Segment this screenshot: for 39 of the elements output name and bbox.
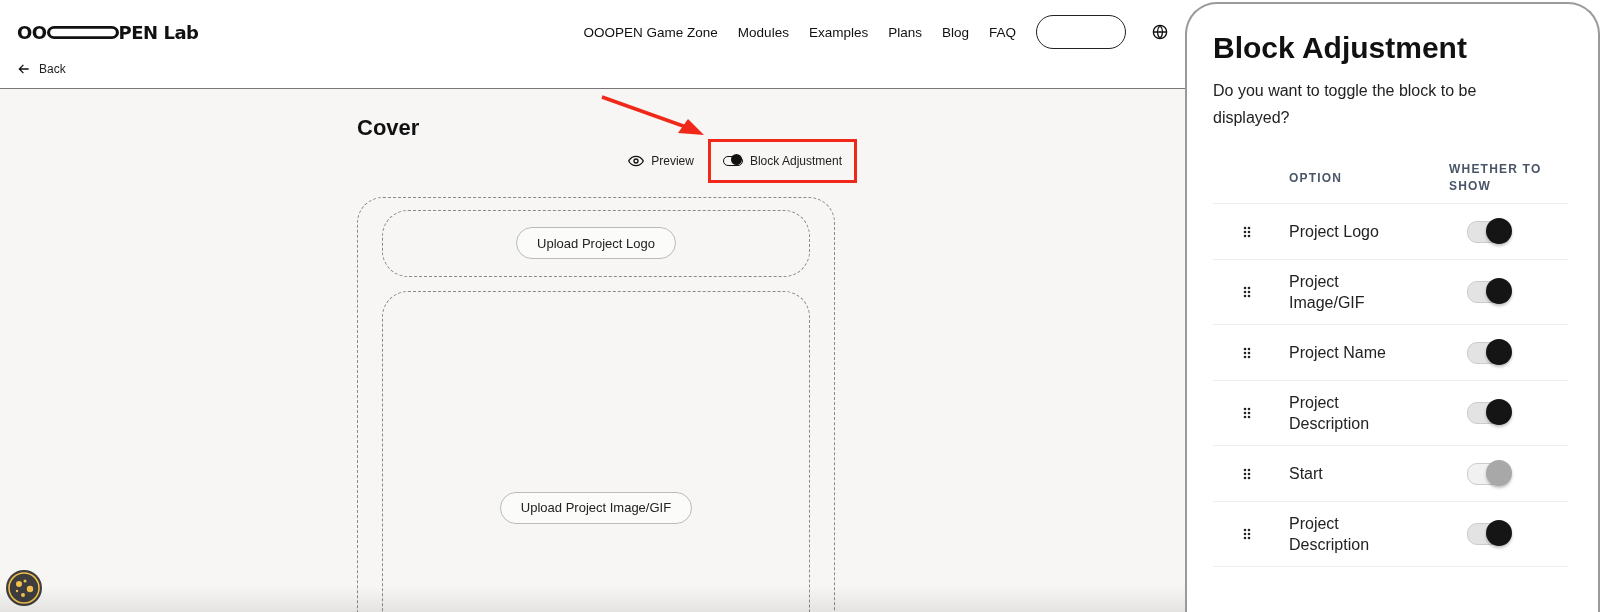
drag-handle-icon[interactable] — [1243, 528, 1251, 540]
column-header: WHETHER TO SHOW — [1449, 161, 1543, 195]
block-adjustment-toggle[interactable]: Block Adjustment — [722, 154, 842, 168]
column-header: OPTION — [1289, 169, 1344, 187]
cookie-icon[interactable] — [5, 569, 43, 607]
globe-icon[interactable] — [1152, 24, 1168, 40]
drag-handle-icon[interactable] — [1243, 346, 1251, 359]
section-title: Cover — [357, 115, 420, 141]
back-arrow-icon — [17, 62, 31, 76]
drag-handle-icon[interactable] — [1243, 467, 1251, 480]
option-label: Project Image/GIF — [1289, 272, 1366, 313]
drag-handle-icon[interactable] — [1243, 286, 1251, 298]
back-link[interactable]: Back — [17, 62, 66, 76]
show-toggle[interactable] — [1467, 523, 1511, 545]
eye-icon — [628, 155, 645, 167]
nav-link[interactable]: OOOPEN Game Zone — [583, 24, 718, 40]
option-label: Project Description — [1289, 393, 1371, 434]
option-label: Start — [1289, 464, 1324, 484]
option-label: Project Name — [1289, 343, 1387, 363]
nav-link[interactable]: Plans — [888, 24, 922, 40]
nav-link[interactable]: Blog — [941, 24, 969, 40]
option-label: Project Description — [1289, 514, 1371, 555]
upload-button[interactable]: Upload Project Logo — [516, 227, 676, 260]
nav-link[interactable]: Examples — [808, 24, 869, 40]
show-toggle[interactable] — [1467, 281, 1511, 303]
panel-description: Do you want to toggle the block to be displayed? — [1213, 81, 1478, 128]
show-toggle[interactable] — [1467, 402, 1511, 424]
drag-handle-icon[interactable] — [1243, 407, 1251, 419]
nav-link[interactable]: Modules — [737, 24, 789, 40]
nav-link[interactable]: FAQ — [989, 24, 1016, 40]
show-toggle[interactable] — [1467, 220, 1511, 243]
preview-button[interactable]: Preview — [628, 154, 694, 168]
show-toggle[interactable] — [1467, 341, 1511, 364]
upload-button[interactable]: Upload Project Image/GIF — [499, 491, 693, 524]
drag-handle-icon[interactable] — [1243, 225, 1251, 238]
panel-title: Block Adjustment — [1213, 30, 1468, 66]
logo[interactable]: OO PEN Lab — [17, 21, 199, 43]
option-label: Project Logo — [1289, 222, 1380, 242]
account-button[interactable] — [1036, 15, 1126, 49]
